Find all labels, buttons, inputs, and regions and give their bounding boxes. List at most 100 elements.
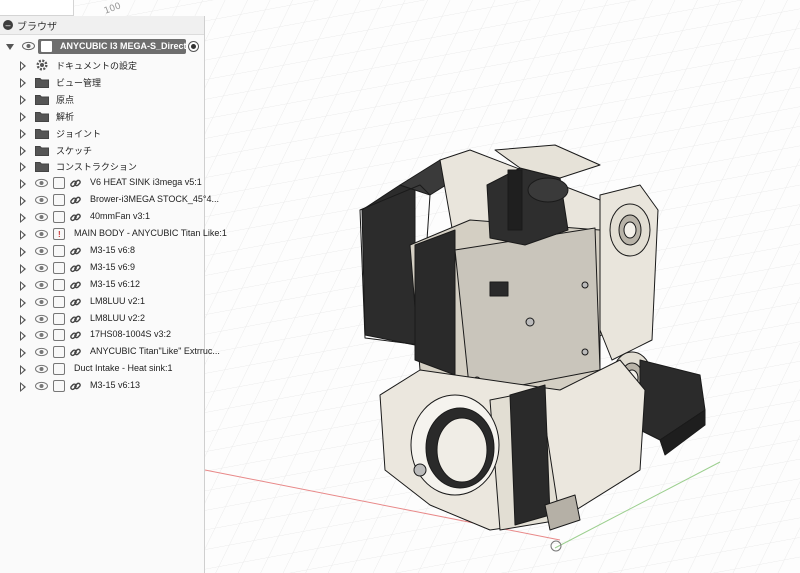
link-icon xyxy=(70,332,81,340)
chevron-right-icon[interactable] xyxy=(20,128,26,139)
link-icon xyxy=(70,264,81,272)
eye-icon[interactable] xyxy=(35,364,48,374)
component-label: M3-15 v6:12 xyxy=(90,278,141,289)
chevron-right-icon[interactable] xyxy=(20,365,26,376)
eye-icon[interactable] xyxy=(35,330,48,340)
chevron-down-icon[interactable] xyxy=(6,44,14,50)
eye-icon[interactable] xyxy=(22,41,35,51)
component-label: LM8LUU v2:2 xyxy=(90,312,146,323)
chevron-right-icon[interactable] xyxy=(20,196,26,207)
component-row[interactable]: 40mmFan v3:1 xyxy=(0,209,205,226)
component-row[interactable]: V6 HEAT SINK i3mega v5:1 xyxy=(0,175,205,192)
link-icon xyxy=(70,281,81,289)
chevron-right-icon[interactable] xyxy=(20,246,26,257)
component-icon xyxy=(53,346,65,359)
eye-icon[interactable] xyxy=(35,195,48,205)
link-icon xyxy=(70,315,81,323)
folder-label: コンストラクション xyxy=(56,162,137,173)
component-row[interactable]: Duct Intake - Heat sink:1 xyxy=(0,361,205,378)
chevron-right-icon[interactable] xyxy=(20,297,26,308)
component-row[interactable]: M3-15 v6:9 xyxy=(0,260,205,277)
component-label: LM8LUU v2:1 xyxy=(90,295,146,306)
eye-icon[interactable] xyxy=(35,246,48,256)
component-label: 40mmFan v3:1 xyxy=(90,211,151,222)
folder-label: ジョイント xyxy=(56,128,102,139)
eye-icon[interactable] xyxy=(35,314,48,324)
folder-row[interactable]: 原点 xyxy=(0,91,205,108)
link-icon xyxy=(70,196,81,205)
component-row[interactable]: 17HS08-1004S v3:2 xyxy=(0,327,205,344)
eye-icon[interactable] xyxy=(35,347,48,357)
component-label: M3-15 v6:8 xyxy=(90,244,136,255)
folder-row[interactable]: スケッチ xyxy=(0,142,205,159)
root-component-row[interactable]: ANYCUBIC I3 MEGA-S_DirectT... xyxy=(0,38,205,56)
component-icon xyxy=(53,177,65,190)
component-row[interactable]: ! MAIN BODY - ANYCUBIC Titan Like:1 xyxy=(0,226,227,243)
folder-label: 解析 xyxy=(56,111,75,122)
link-icon xyxy=(70,382,81,391)
component-label: M3-15 v6:9 xyxy=(90,261,136,272)
chevron-right-icon[interactable] xyxy=(20,263,26,274)
folder-icon xyxy=(35,162,49,173)
link-icon xyxy=(70,247,81,256)
chevron-right-icon[interactable] xyxy=(20,230,26,240)
component-row[interactable]: M3-15 v6:13 xyxy=(0,378,205,395)
component-icon xyxy=(53,380,65,393)
component-label: MAIN BODY - ANYCUBIC Titan Like:1 xyxy=(74,228,227,238)
component-label: ANYCUBIC Titan"Like" Extrruc... xyxy=(90,346,220,357)
component-row[interactable]: ANYCUBIC Titan"Like" Extrruc... xyxy=(0,344,220,361)
eye-icon[interactable] xyxy=(35,297,48,307)
browser-panel: – ブラウザ ANYCUBIC I3 MEGA-S_DirectT... ドキュ… xyxy=(0,16,227,573)
folder-label: スケッチ xyxy=(56,145,93,156)
root-component-label-box[interactable]: ANYCUBIC I3 MEGA-S_DirectT... xyxy=(38,39,186,54)
eye-icon[interactable] xyxy=(35,212,48,222)
chevron-right-icon[interactable] xyxy=(20,77,26,88)
eye-icon[interactable] xyxy=(35,178,48,188)
eye-icon[interactable] xyxy=(35,229,48,239)
browser-header: – ブラウザ xyxy=(0,16,204,35)
document-tab-area[interactable] xyxy=(0,0,74,16)
chevron-right-icon[interactable] xyxy=(20,331,26,342)
folder-row[interactable]: コンストラクション xyxy=(0,158,205,175)
folder-row[interactable]: ジョイント xyxy=(0,125,205,142)
folder-row[interactable]: ビュー管理 xyxy=(0,74,205,91)
component-label: M3-15 v6:13 xyxy=(90,380,141,391)
eye-icon[interactable] xyxy=(35,381,48,391)
chevron-right-icon[interactable] xyxy=(20,348,26,359)
component-icon xyxy=(53,312,65,325)
chevron-right-icon[interactable] xyxy=(20,94,26,105)
component-label: Duct Intake - Heat sink:1 xyxy=(74,363,173,374)
chevron-right-icon[interactable] xyxy=(20,382,26,393)
folder-row[interactable]: 解析 xyxy=(0,108,205,125)
component-row[interactable]: Brower-i3MEGA STOCK_45°4... xyxy=(0,192,219,209)
chevron-right-icon[interactable] xyxy=(20,213,26,224)
component-label: V6 HEAT SINK i3mega v5:1 xyxy=(90,177,202,188)
eye-icon[interactable] xyxy=(35,263,48,273)
folder-icon xyxy=(35,128,49,139)
component-icon xyxy=(53,261,65,274)
activate-radio-icon[interactable] xyxy=(188,41,199,52)
folder-label: 原点 xyxy=(56,94,75,105)
chevron-right-icon[interactable] xyxy=(20,145,26,156)
chevron-right-icon[interactable] xyxy=(20,314,26,325)
folder-icon xyxy=(35,77,49,88)
collapse-icon[interactable]: – xyxy=(3,20,13,30)
warning-icon: ! xyxy=(58,230,61,239)
component-icon xyxy=(53,244,65,257)
chevron-right-icon[interactable] xyxy=(20,162,26,173)
component-row[interactable]: M3-15 v6:8 xyxy=(0,243,205,260)
folder-row[interactable]: ドキュメントの設定 xyxy=(0,57,205,74)
root-component-label: ANYCUBIC I3 MEGA-S_DirectT... xyxy=(60,41,186,51)
component-row[interactable]: LM8LUU v2:2 xyxy=(0,311,205,328)
chevron-right-icon[interactable] xyxy=(20,61,26,71)
chevron-right-icon[interactable] xyxy=(20,280,26,291)
component-icon xyxy=(53,363,65,376)
eye-icon[interactable] xyxy=(35,280,48,290)
chevron-right-icon[interactable] xyxy=(20,179,26,190)
component-row[interactable]: LM8LUU v2:1 xyxy=(0,294,205,311)
folder-icon xyxy=(35,94,49,105)
gear-icon xyxy=(36,59,48,71)
component-row[interactable]: M3-15 v6:12 xyxy=(0,277,205,294)
folder-icon xyxy=(35,111,49,122)
chevron-right-icon[interactable] xyxy=(20,111,26,122)
